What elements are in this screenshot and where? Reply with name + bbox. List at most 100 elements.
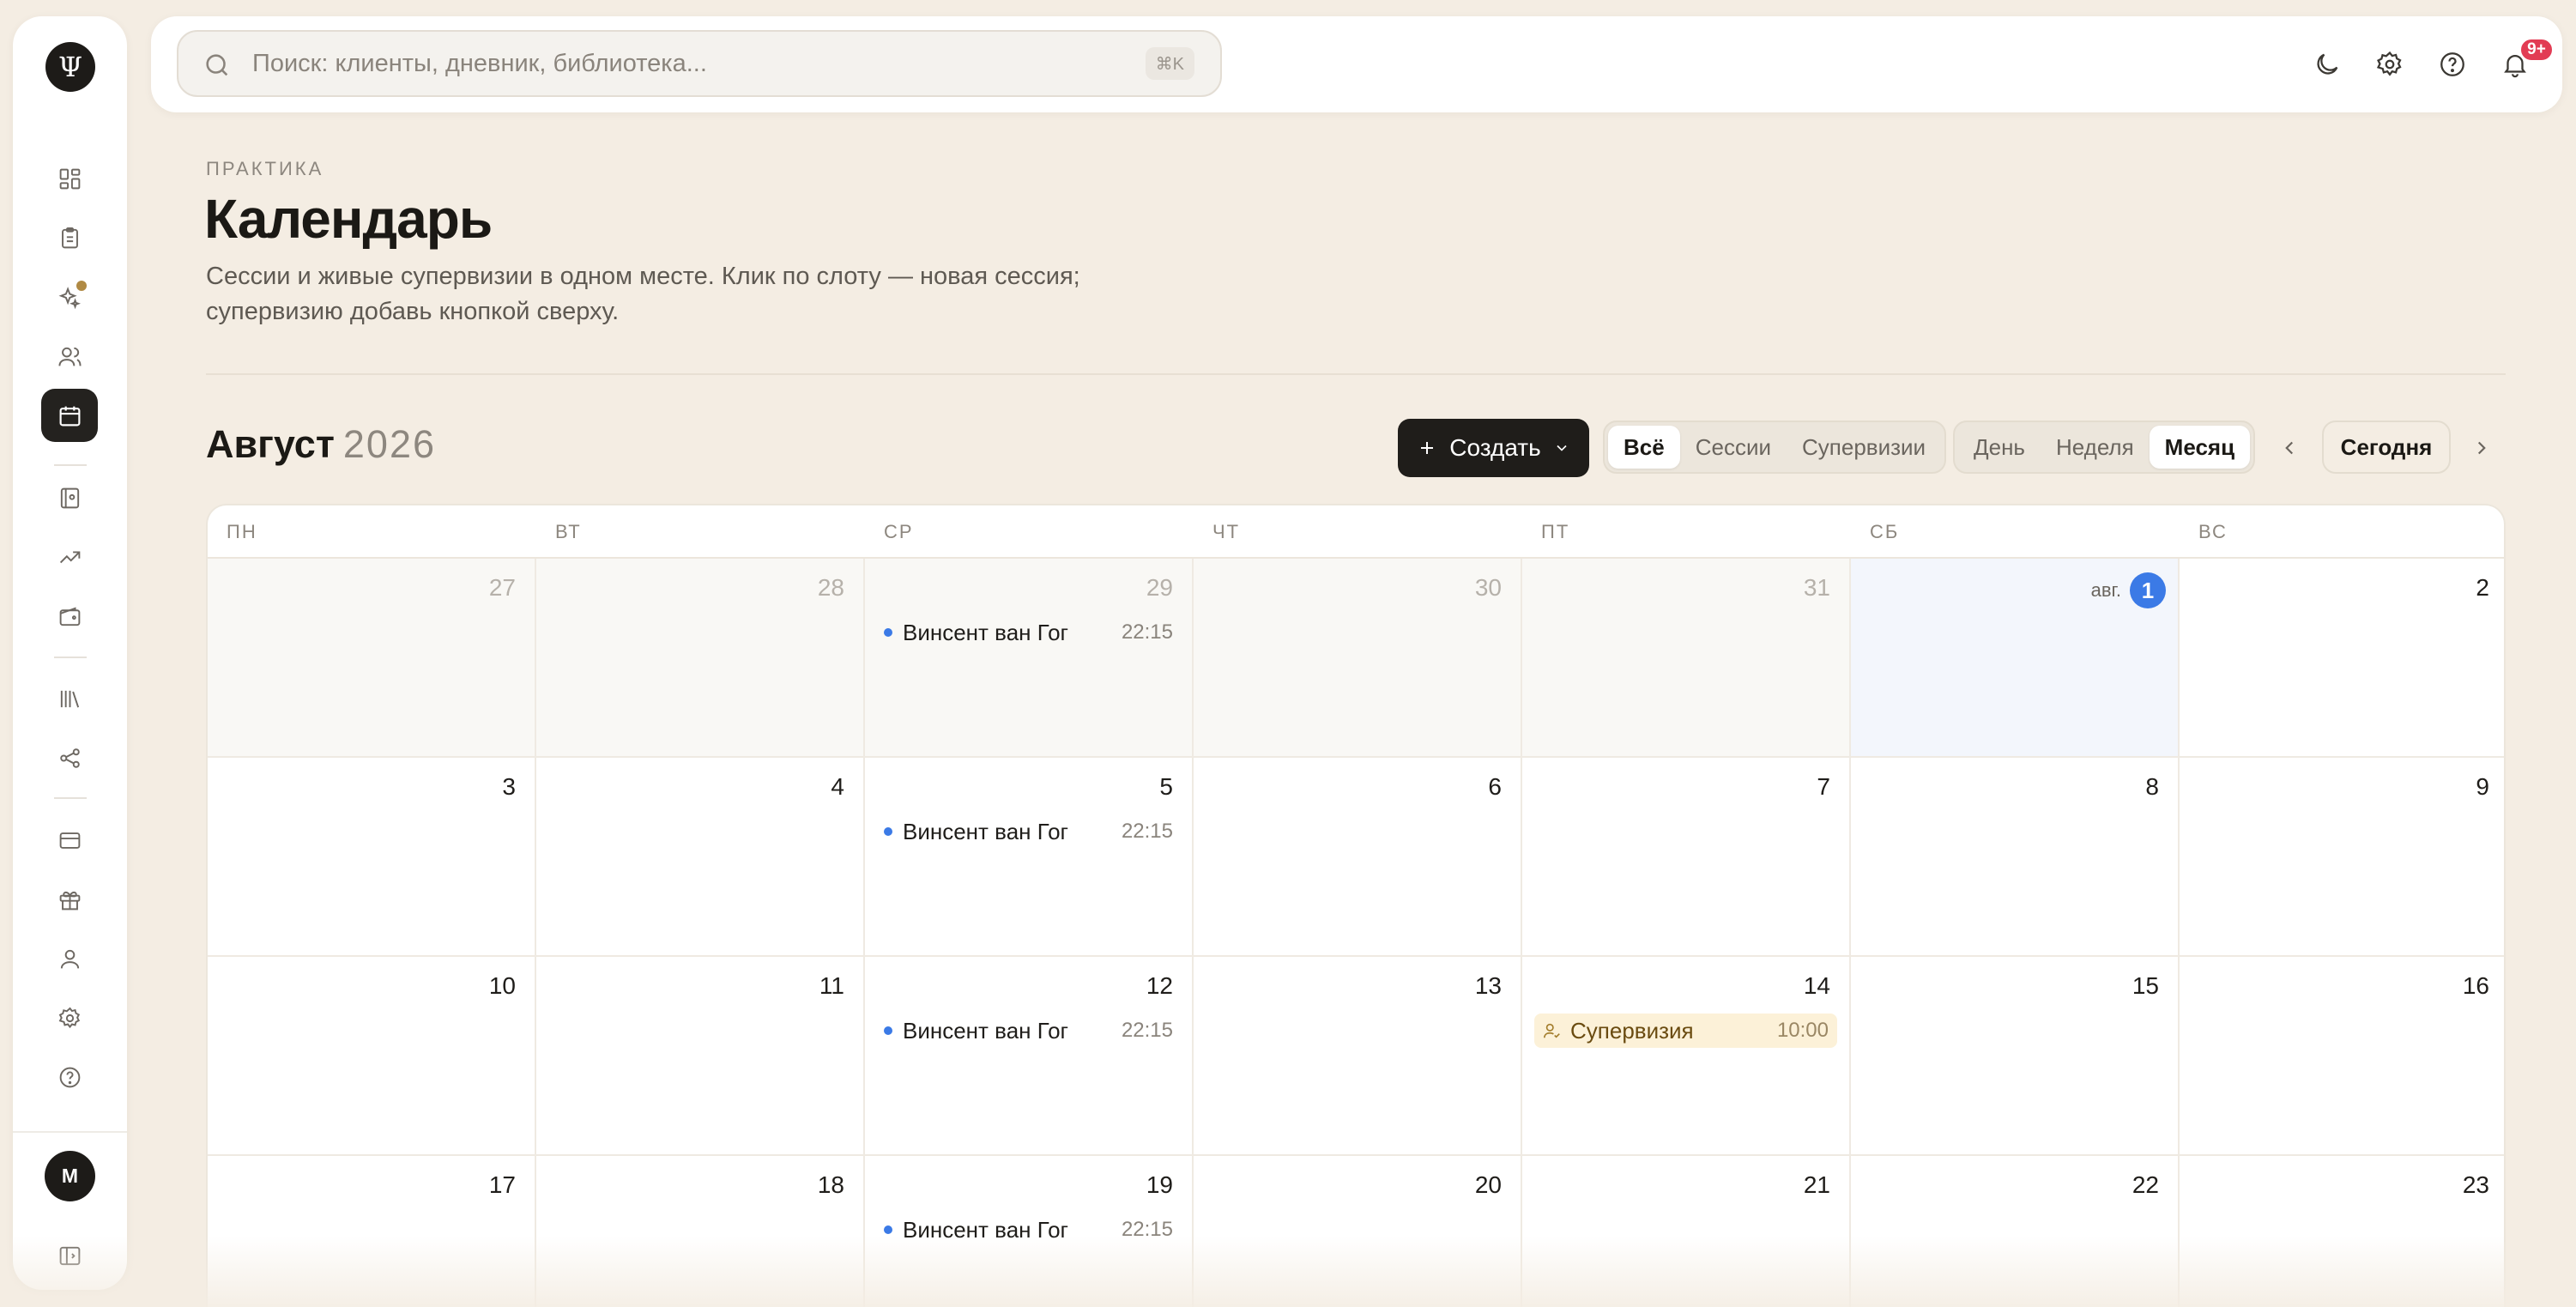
day-cell[interactable]: авг. 1 [1851, 559, 2180, 758]
day-cell[interactable]: 30 [1194, 559, 1522, 758]
weekday-label: ПТ [1541, 521, 1570, 542]
session-dot [884, 1026, 892, 1035]
event-time: 22:15 [1121, 620, 1173, 644]
day-cell[interactable]: 13 [1194, 957, 1522, 1156]
view-day[interactable]: День [1958, 426, 2041, 469]
gift-icon [59, 891, 80, 910]
header-divider [206, 373, 2506, 375]
share-icon [59, 747, 80, 768]
weekday-label: СР [884, 521, 914, 542]
credit-card-icon [59, 832, 80, 849]
day-cell[interactable]: 16 [2180, 957, 2504, 1156]
user-avatar[interactable]: M [45, 1151, 95, 1201]
day-cell[interactable]: 20 [1194, 1156, 1522, 1307]
session-event[interactable]: Винсент ван Гог 22:15 [880, 814, 1176, 849]
chevron-left-icon [2285, 441, 2294, 455]
create-button[interactable]: Создать [1398, 419, 1589, 477]
weekday-label: ПН [227, 521, 257, 542]
settings-button[interactable] [2371, 45, 2409, 83]
nav-calendar[interactable] [41, 389, 98, 442]
day-cell[interactable]: 22 [1851, 1156, 2180, 1307]
day-number: 17 [488, 1171, 516, 1198]
nav-clients[interactable] [41, 330, 98, 383]
day-cell[interactable]: 15 [1851, 957, 2180, 1156]
nav-help[interactable] [41, 1050, 98, 1104]
session-event[interactable]: Винсент ван Гог 22:15 [880, 1014, 1176, 1048]
day-cell[interactable]: 23 [2180, 1156, 2504, 1307]
session-event[interactable]: Винсент ван Гог 22:15 [880, 615, 1176, 650]
nav-journal[interactable] [41, 471, 98, 524]
next-month-button[interactable] [2463, 429, 2500, 467]
help-button[interactable] [2434, 45, 2471, 83]
day-cell[interactable]: 27 [208, 559, 536, 758]
day-cell[interactable]: 17 [208, 1156, 536, 1307]
theme-toggle-button[interactable] [2308, 45, 2346, 83]
event-time: 22:15 [1121, 1218, 1173, 1241]
trending-icon [59, 550, 80, 563]
session-event[interactable]: Винсент ван Гог 22:15 [880, 1213, 1176, 1247]
day-cell[interactable]: 11 [536, 957, 865, 1156]
month-name: Август [206, 422, 335, 466]
nav-dashboard[interactable] [41, 152, 98, 205]
day-cell[interactable]: 18 [536, 1156, 865, 1307]
session-dot [884, 827, 892, 836]
collapse-sidebar-button[interactable] [41, 1229, 98, 1282]
clipboard-icon [61, 227, 78, 248]
day-number: 3 [502, 773, 516, 800]
nav-clipboard[interactable] [41, 211, 98, 264]
day-cell[interactable]: 7 [1522, 758, 1851, 957]
day-number: 30 [1474, 574, 1502, 601]
day-cell[interactable]: 2 [2180, 559, 2504, 758]
today-marker: авг. 1 [2091, 572, 2166, 608]
day-cell[interactable]: 10 [208, 957, 536, 1156]
day-number: 28 [817, 574, 844, 601]
month-title: Август 2026 [206, 422, 436, 467]
nav-sparkles[interactable] [41, 270, 98, 324]
day-cell[interactable]: 28 [536, 559, 865, 758]
prev-month-button[interactable] [2271, 429, 2308, 467]
search-bar[interactable]: ⌘K [177, 30, 1222, 97]
weekday-label: ВС [2198, 521, 2228, 542]
weekday-label: ЧТ [1212, 521, 1241, 542]
nav-library[interactable] [41, 672, 98, 725]
filter-sessions[interactable]: Сессии [1680, 426, 1787, 469]
nav-billing[interactable] [41, 814, 98, 867]
day-cell[interactable]: 6 [1194, 758, 1522, 957]
nav-gifts[interactable] [41, 873, 98, 926]
supervision-event[interactable]: Супервизия 10:00 [1534, 1014, 1837, 1048]
day-cell[interactable]: 31 [1522, 559, 1851, 758]
nav-profile[interactable] [41, 932, 98, 985]
view-week[interactable]: Неделя [2041, 426, 2150, 469]
day-cell[interactable]: 12 Винсент ван Гог 22:15 [865, 957, 1194, 1156]
day-cell[interactable]: 8 [1851, 758, 2180, 957]
today-button[interactable]: Сегодня [2322, 421, 2451, 474]
day-cell[interactable]: 14 Супервизия 10:00 [1522, 957, 1851, 1156]
day-number: 19 [1146, 1171, 1173, 1198]
day-number: 6 [1488, 773, 1502, 800]
nav-separator [54, 464, 87, 466]
app-logo[interactable]: Ψ [45, 42, 95, 92]
day-cell[interactable]: 3 [208, 758, 536, 957]
day-cell[interactable]: 29 Винсент ван Гог 22:15 [865, 559, 1194, 758]
day-number: 9 [2476, 773, 2489, 800]
nav-trending[interactable] [41, 530, 98, 584]
filter-supervisions[interactable]: Супервизии [1787, 426, 1941, 469]
day-cell[interactable]: 21 [1522, 1156, 1851, 1307]
view-month[interactable]: Месяц [2149, 426, 2251, 469]
moon-icon [2317, 53, 2338, 75]
sidebar-footer-separator [13, 1131, 127, 1133]
day-cell[interactable]: 4 [536, 758, 865, 957]
notifications-button[interactable]: 9+ [2496, 37, 2555, 83]
day-number: 7 [1817, 773, 1830, 800]
nav-wallet[interactable] [41, 590, 98, 643]
page-title: Календарь [204, 188, 493, 250]
day-cell[interactable]: 19 Винсент ван Гог 22:15 [865, 1156, 1194, 1307]
day-cell[interactable]: 9 [2180, 758, 2504, 957]
filter-all[interactable]: Всё [1608, 426, 1680, 469]
search-icon [206, 54, 228, 76]
day-cell[interactable]: 5 Винсент ван Гог 22:15 [865, 758, 1194, 957]
nav-share[interactable] [41, 731, 98, 784]
gear-icon [2376, 51, 2402, 76]
search-input[interactable] [252, 44, 1110, 83]
nav-settings[interactable] [41, 991, 98, 1044]
